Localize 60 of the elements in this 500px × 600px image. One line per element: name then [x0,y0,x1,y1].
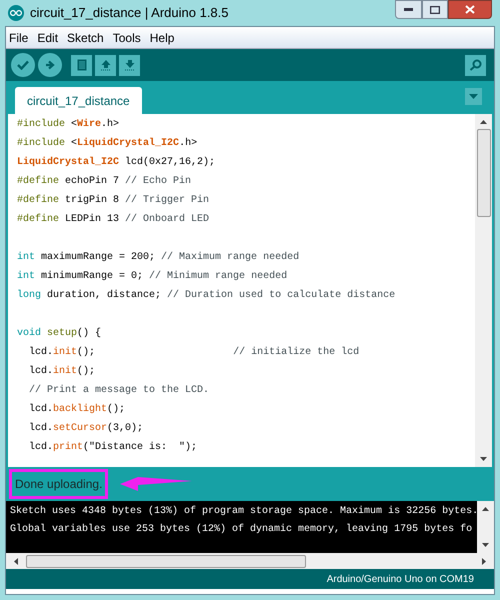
code-line: #include <LiquidCrystal_I2C.h> [17,138,198,149]
right-triangle-icon [482,558,486,564]
down-triangle-icon [480,457,487,461]
close-icon [465,5,475,14]
app-logo-icon [8,5,24,21]
code-line: int minimumRange = 0; // Minimum range needed [17,271,288,282]
sketch-tab[interactable]: circuit_17_distance [15,87,142,114]
scrollbar-thumb[interactable] [476,129,490,217]
verify-button[interactable] [11,53,35,77]
close-button[interactable] [448,0,492,19]
save-button[interactable] [119,54,140,76]
window-title: circuit_17_distance | Arduino 1.8.5 [30,4,230,22]
menu-item[interactable]: Edit [37,28,58,46]
status-message: Done uploading. [15,476,102,493]
code-line: lcd.init(); [28,366,96,377]
document-icon [76,59,86,71]
code-editor[interactable] [8,114,475,467]
open-button[interactable] [95,54,116,76]
code-line: #define echoPin 7 // Echo Pin [17,176,192,187]
up-triangle-icon [480,120,487,124]
menu-item[interactable]: File [9,28,28,46]
console-line: Global variables use 253 bytes (12%) of dynamic memory, leaving 1795 bytes fo [10,522,474,537]
vertical-scrollbar[interactable] [475,114,492,467]
menu-item[interactable]: Help [150,28,174,46]
code-line: void setup() { [17,328,102,339]
maximize-icon [430,6,440,14]
magnifier-icon [468,59,482,71]
minimize-button[interactable] [395,0,422,19]
code-line: LiquidCrystal_I2C lcd(0x27,16,2); [17,157,216,168]
code-line: // Print a message to the LCD. [28,385,210,396]
code-line: int maximumRange = 200; // Maximum range needed [17,252,300,263]
upload-button[interactable] [38,53,62,77]
code-line: long duration, distance; // Duration used to calculate distance [17,290,396,301]
code-line: lcd.init(); // initialize the lcd [28,347,360,358]
code-line: #define trigPin 8 // Trigger Pin [17,195,210,206]
left-triangle-icon [14,558,18,564]
console-scrollbar[interactable] [477,501,494,553]
check-icon [17,60,29,70]
down-arrow-icon [124,59,136,71]
maximize-button[interactable] [422,0,448,19]
up-triangle-icon [482,507,489,511]
code-line: #include <Wire.h> [17,119,120,130]
scrollbar-thumb[interactable] [26,554,306,568]
right-arrow-icon [45,60,55,70]
code-line: lcd.print("Distance is: "); [28,442,198,453]
down-triangle-icon [469,94,478,99]
code-line: lcd.setCursor(3,0); [28,423,144,434]
menu-item[interactable]: Tools [112,28,141,46]
horizontal-scrollbar[interactable] [6,553,494,569]
menu-item[interactable]: Sketch [67,28,104,46]
board-port-label: Arduino/Genuino Uno on COM19 [326,572,474,586]
code-line: #define LEDPin 13 // Onboard LED [17,214,210,225]
tab-menu-button[interactable] [465,88,482,105]
console-line: Sketch uses 4348 bytes (13%) of program storage space. Maximum is 32256 bytes. [10,504,477,519]
down-triangle-icon [482,543,489,547]
serial-monitor-button[interactable] [465,54,486,76]
up-arrow-icon [100,59,112,71]
new-button[interactable] [71,54,92,76]
minimize-icon [404,8,413,11]
code-line: lcd.backlight(); [28,404,126,415]
